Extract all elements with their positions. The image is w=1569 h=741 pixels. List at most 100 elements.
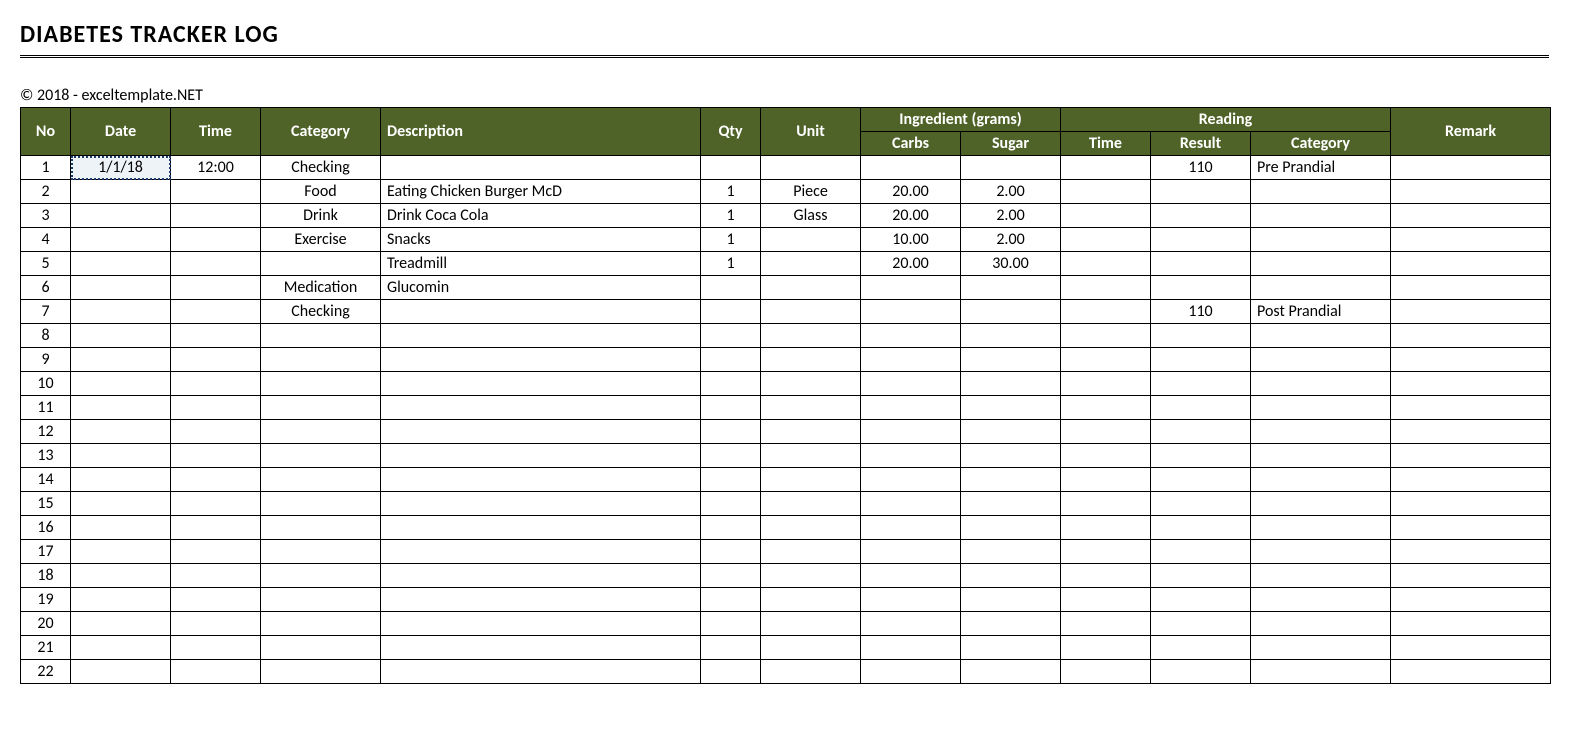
cell-remark[interactable]: [1391, 300, 1551, 324]
cell-category[interactable]: [261, 396, 381, 420]
cell-rcategory[interactable]: [1251, 444, 1391, 468]
cell-carbs[interactable]: [861, 156, 961, 180]
cell-unit[interactable]: [761, 276, 861, 300]
cell-sugar[interactable]: [961, 636, 1061, 660]
cell-qty[interactable]: [701, 156, 761, 180]
cell-remark[interactable]: [1391, 564, 1551, 588]
cell-no[interactable]: 21: [21, 636, 71, 660]
cell-category[interactable]: [261, 468, 381, 492]
cell-rcategory[interactable]: [1251, 492, 1391, 516]
cell-description[interactable]: [381, 612, 701, 636]
cell-date[interactable]: [71, 612, 171, 636]
cell-time[interactable]: [171, 444, 261, 468]
cell-qty[interactable]: [701, 468, 761, 492]
cell-no[interactable]: 6: [21, 276, 71, 300]
cell-sugar[interactable]: [961, 276, 1061, 300]
cell-time[interactable]: [171, 396, 261, 420]
cell-category[interactable]: Exercise: [261, 228, 381, 252]
cell-category[interactable]: [261, 588, 381, 612]
cell-description[interactable]: [381, 636, 701, 660]
cell-no[interactable]: 9: [21, 348, 71, 372]
cell-description[interactable]: Snacks: [381, 228, 701, 252]
cell-description[interactable]: [381, 300, 701, 324]
cell-category[interactable]: Medication: [261, 276, 381, 300]
cell-qty[interactable]: [701, 660, 761, 684]
cell-remark[interactable]: [1391, 636, 1551, 660]
cell-sugar[interactable]: 2.00: [961, 228, 1061, 252]
cell-date[interactable]: [71, 468, 171, 492]
cell-unit[interactable]: [761, 396, 861, 420]
cell-rcategory[interactable]: [1251, 516, 1391, 540]
cell-time[interactable]: 12:00: [171, 156, 261, 180]
cell-qty[interactable]: [701, 516, 761, 540]
cell-no[interactable]: 3: [21, 204, 71, 228]
cell-date[interactable]: [71, 252, 171, 276]
cell-no[interactable]: 12: [21, 420, 71, 444]
cell-sugar[interactable]: [961, 468, 1061, 492]
cell-rcategory[interactable]: [1251, 468, 1391, 492]
cell-qty[interactable]: [701, 348, 761, 372]
cell-time[interactable]: [171, 612, 261, 636]
cell-rcategory[interactable]: [1251, 660, 1391, 684]
cell-time[interactable]: [171, 252, 261, 276]
cell-rtime[interactable]: [1061, 660, 1151, 684]
cell-rtime[interactable]: [1061, 492, 1151, 516]
cell-date[interactable]: [71, 636, 171, 660]
cell-result[interactable]: [1151, 276, 1251, 300]
cell-no[interactable]: 15: [21, 492, 71, 516]
cell-date[interactable]: [71, 180, 171, 204]
cell-time[interactable]: [171, 180, 261, 204]
cell-remark[interactable]: [1391, 612, 1551, 636]
cell-date[interactable]: [71, 204, 171, 228]
cell-rcategory[interactable]: [1251, 396, 1391, 420]
cell-description[interactable]: [381, 540, 701, 564]
cell-remark[interactable]: [1391, 276, 1551, 300]
cell-result[interactable]: [1151, 228, 1251, 252]
cell-sugar[interactable]: [961, 444, 1061, 468]
cell-description[interactable]: [381, 564, 701, 588]
cell-rcategory[interactable]: [1251, 588, 1391, 612]
cell-no[interactable]: 17: [21, 540, 71, 564]
cell-carbs[interactable]: [861, 300, 961, 324]
cell-carbs[interactable]: [861, 540, 961, 564]
cell-sugar[interactable]: [961, 564, 1061, 588]
cell-rtime[interactable]: [1061, 324, 1151, 348]
cell-rcategory[interactable]: [1251, 204, 1391, 228]
cell-category[interactable]: Food: [261, 180, 381, 204]
cell-category[interactable]: Checking: [261, 300, 381, 324]
cell-sugar[interactable]: [961, 660, 1061, 684]
cell-category[interactable]: [261, 348, 381, 372]
cell-time[interactable]: [171, 276, 261, 300]
cell-result[interactable]: [1151, 180, 1251, 204]
cell-rtime[interactable]: [1061, 636, 1151, 660]
cell-no[interactable]: 10: [21, 372, 71, 396]
cell-carbs[interactable]: 20.00: [861, 180, 961, 204]
cell-category[interactable]: [261, 516, 381, 540]
cell-unit[interactable]: [761, 444, 861, 468]
cell-remark[interactable]: [1391, 540, 1551, 564]
cell-no[interactable]: 2: [21, 180, 71, 204]
cell-category[interactable]: [261, 252, 381, 276]
cell-qty[interactable]: [701, 276, 761, 300]
cell-sugar[interactable]: 30.00: [961, 252, 1061, 276]
cell-remark[interactable]: [1391, 420, 1551, 444]
cell-description[interactable]: Glucomin: [381, 276, 701, 300]
cell-description[interactable]: Eating Chicken Burger McD: [381, 180, 701, 204]
cell-rtime[interactable]: [1061, 516, 1151, 540]
cell-qty[interactable]: 1: [701, 180, 761, 204]
cell-unit[interactable]: [761, 156, 861, 180]
cell-sugar[interactable]: [961, 396, 1061, 420]
cell-rcategory[interactable]: [1251, 564, 1391, 588]
cell-unit[interactable]: [761, 300, 861, 324]
cell-carbs[interactable]: 20.00: [861, 252, 961, 276]
cell-unit[interactable]: [761, 252, 861, 276]
cell-category[interactable]: [261, 444, 381, 468]
cell-qty[interactable]: [701, 396, 761, 420]
cell-carbs[interactable]: [861, 348, 961, 372]
cell-time[interactable]: [171, 540, 261, 564]
cell-rtime[interactable]: [1061, 540, 1151, 564]
cell-time[interactable]: [171, 372, 261, 396]
cell-carbs[interactable]: [861, 420, 961, 444]
cell-carbs[interactable]: 10.00: [861, 228, 961, 252]
cell-carbs[interactable]: 20.00: [861, 204, 961, 228]
